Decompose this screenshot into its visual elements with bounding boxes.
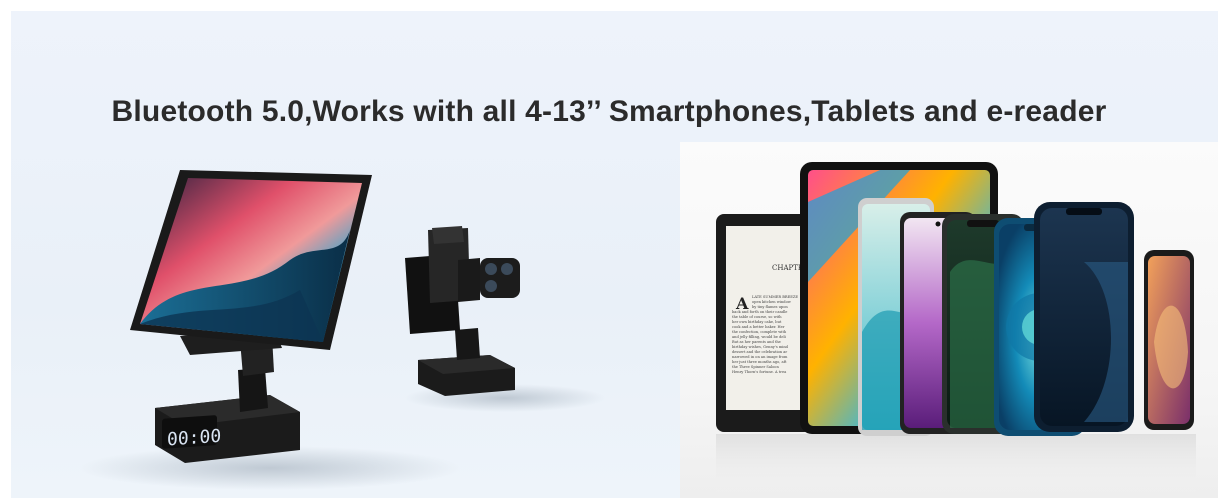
ereader-line: birthday wishes, Genny's mind xyxy=(732,345,789,349)
speaker-stand-large: 00:00 xyxy=(130,170,372,463)
speaker-stand-small xyxy=(405,226,520,396)
ereader: CHAPTE A LATE SUMMER BREEZE open kitchen… xyxy=(716,214,812,432)
ereader-line: LATE SUMMER BREEZE xyxy=(752,295,798,299)
ereader-line: open kitchen window xyxy=(752,300,792,304)
ereader-line: cook and a better baker. Her xyxy=(732,325,785,329)
reflection xyxy=(716,434,1196,494)
ereader-line: the table of course, so with xyxy=(732,315,782,319)
ereader-line: by tiny flames upon xyxy=(752,305,788,309)
ereader-line: her own birthday cake, but xyxy=(732,320,782,324)
ereader-line: the confection, complete with xyxy=(732,330,787,334)
ereader-line: her just three months ago, aft xyxy=(732,360,787,364)
phone-device xyxy=(1144,250,1194,430)
product-photo-devices: CHAPTE A LATE SUMMER BREEZE open kitchen… xyxy=(680,142,1218,498)
product-photo-stands: 00:00 xyxy=(60,150,620,490)
ereader-line: and jelly filling, would be deli xyxy=(732,335,787,339)
ereader-line: narrowed in on an image from xyxy=(732,355,788,359)
ereader-line: the Three Spinner Saloon xyxy=(732,365,779,369)
ereader-chapter: CHAPTE xyxy=(772,264,803,272)
phone-camera xyxy=(480,258,520,298)
headline: Bluetooth 5.0,Works with all 4-13’’ Smar… xyxy=(111,95,1107,128)
ereader-line: back and forth on their candle xyxy=(732,310,787,314)
ereader-line: Henry Thorn's fortune. A trea xyxy=(732,370,787,374)
ereader-line: dessert and the celebration ar xyxy=(732,350,787,354)
clock-digits: 00:00 xyxy=(167,426,221,451)
ereader-line: But as her parents and the xyxy=(732,340,781,344)
phone-device xyxy=(1034,202,1134,432)
